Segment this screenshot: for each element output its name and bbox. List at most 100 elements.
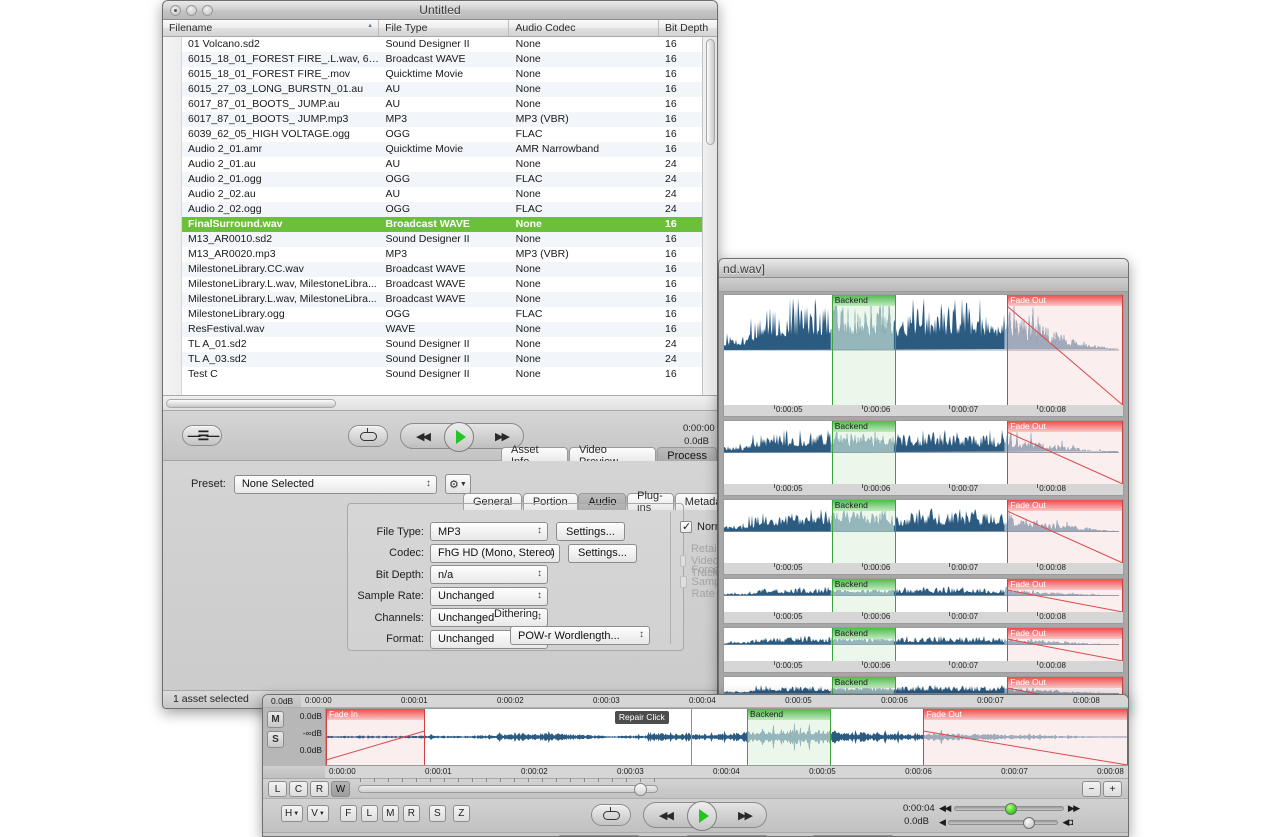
editor-position-slider-knob[interactable] <box>1004 803 1017 815</box>
window-controls[interactable] <box>170 5 213 16</box>
zoom-out-button[interactable]: − <box>1082 781 1101 797</box>
track-ruler[interactable]: 0:00:05 0:00:06 0:00:07 0:00:08 <box>724 661 1123 672</box>
waveform-track[interactable]: BackendFade Out0:00:050:00:060:00:070:00… <box>723 627 1124 673</box>
waveform-track[interactable]: BackendFade Out0:00:050:00:060:00:070:00… <box>723 578 1124 624</box>
table-row[interactable]: M13_AR0010.sd2 Sound Designer II None 16 <box>163 232 717 247</box>
editor-position-slider-row[interactable]: ◀◀ ▶▶ <box>939 803 1080 815</box>
tool-button-r[interactable]: R <box>402 805 420 822</box>
play-button[interactable] <box>444 422 474 452</box>
asset-list-vertical-scrollbar[interactable] <box>702 37 717 395</box>
table-row[interactable]: Audio 2_01.amr Quicktime Movie AMR Narrowb… <box>163 142 717 157</box>
region-backend[interactable]: Backend <box>831 579 896 612</box>
waveform-track[interactable]: BackendFade Out0:00:050:00:060:00:070:00… <box>723 499 1124 575</box>
table-row[interactable]: 6015_27_03_LONG_BURSTN_01.au AU None 16 <box>163 82 717 97</box>
track-ruler[interactable]: 0:00:05 0:00:06 0:00:07 0:00:08 <box>724 563 1123 574</box>
solo-button[interactable]: S <box>267 731 284 748</box>
table-row[interactable]: Test C Sound Designer II None 16 <box>163 367 717 382</box>
channel-button-r[interactable]: R <box>310 781 329 797</box>
table-row[interactable]: Audio 2_02.au AU None 24 <box>163 187 717 202</box>
track-ruler[interactable]: 0:00:05 0:00:06 0:00:07 0:00:08 <box>724 484 1123 495</box>
rewind-button[interactable]: ◀◀ <box>402 424 443 448</box>
editor-loop-button[interactable] <box>591 804 631 826</box>
marker-line[interactable] <box>690 709 692 765</box>
tool-button-m[interactable]: M <box>381 805 399 822</box>
column-header-bitdepth[interactable]: Bit Depth <box>659 20 717 36</box>
waveform-canvas[interactable]: Backend Fade Out <box>724 579 1123 612</box>
region-backend[interactable]: Backend <box>831 628 896 661</box>
table-row[interactable]: 6017_87_01_BOOTS_ JUMP.au AU None 16 <box>163 97 717 112</box>
table-row[interactable]: 01 Volcano.sd2 Sound Designer II None 16 <box>163 37 717 52</box>
waveform-canvas[interactable]: Backend Fade Out <box>724 628 1123 661</box>
editor-tool-buttons[interactable]: H ▼ V ▼ F L M R S Z <box>281 805 470 822</box>
region-backend[interactable]: Backend <box>831 421 896 484</box>
table-row[interactable]: 6017_87_01_BOOTS_ JUMP.mp3 MP3 MP3 (VBR) 16 <box>163 112 717 127</box>
preset-select[interactable]: None Selected <box>233 474 437 494</box>
table-row[interactable]: Audio 2_02.ogg OGG FLAC 24 <box>163 202 717 217</box>
checkbox-box[interactable] <box>680 576 687 588</box>
region-backend[interactable]: Backend <box>831 500 896 563</box>
skip-back-icon[interactable]: ◀◀ <box>939 803 951 814</box>
table-row[interactable]: MilestoneLibrary.L.wav, MilestoneLibra..… <box>163 277 717 292</box>
region-backend[interactable]: Backend <box>831 295 896 405</box>
column-header-filename[interactable]: Filename <box>163 20 380 36</box>
waveform-track[interactable]: BackendFade Out0:00:050:00:060:00:070:00… <box>723 420 1124 496</box>
field-select[interactable]: FhG HD (Mono, Stereo) <box>430 543 560 563</box>
volume-high-icon[interactable]: ◀◘ <box>1062 817 1073 828</box>
zoom-slider[interactable] <box>358 783 658 796</box>
scrub-button[interactable]: —☰— <box>182 425 222 446</box>
table-row[interactable]: MilestoneLibrary.CC.wav Broadcast WAVE Non… <box>163 262 717 277</box>
waveform-canvas[interactable]: Backend Fade Out <box>724 500 1123 563</box>
volume-low-icon[interactable]: ◀ <box>939 817 946 828</box>
table-row[interactable]: MilestoneLibrary.L.wav, MilestoneLibra..… <box>163 292 717 307</box>
checkbox-force-sample-rate[interactable]: Force Sample Rate <box>680 564 717 600</box>
field-settings-button[interactable]: Settings... <box>556 522 625 541</box>
zoom-slider-knob[interactable] <box>634 783 647 796</box>
editor-region-backend[interactable]: Backend <box>747 709 832 765</box>
waveform-track-stack[interactable]: Backend Fade Out 0:00:05 0:00:06 0:00:07 0:00… <box>719 292 1128 709</box>
checkbox-box[interactable] <box>680 520 692 533</box>
tool-button-f[interactable]: F <box>339 805 357 822</box>
tool-button-v[interactable]: V ▼ <box>307 805 329 822</box>
field-settings-button[interactable]: Settings... <box>568 543 637 563</box>
waveform-canvas[interactable]: Backend Fade Out <box>724 421 1123 484</box>
editor-rewind-button[interactable]: ◀◀ <box>645 803 686 827</box>
editor-play-button[interactable] <box>687 801 717 831</box>
channel-button-c[interactable]: C <box>289 781 308 797</box>
track-ruler[interactable]: 0:00:05 0:00:06 0:00:07 0:00:08 <box>724 612 1123 623</box>
editor-waveform-canvas[interactable]: Fade In Backend Fade Out Repair Click <box>325 708 1128 766</box>
editor-forward-button[interactable]: ▶▶ <box>724 803 765 827</box>
field-select[interactable]: MP3 <box>430 522 548 541</box>
track-ruler[interactable]: 0:00:05 0:00:06 0:00:07 0:00:08 <box>724 405 1123 416</box>
editor-volume-slider[interactable] <box>948 817 1059 829</box>
close-button[interactable] <box>170 5 181 16</box>
column-header-filetype[interactable]: File Type <box>379 20 510 36</box>
zoom-step-buttons[interactable]: − + <box>1082 781 1122 797</box>
checkbox-normalize[interactable]: Normalize <box>680 520 717 533</box>
editor-volume-slider-knob[interactable] <box>1023 817 1036 829</box>
scrollbar-thumb[interactable] <box>706 39 715 145</box>
minimize-button[interactable] <box>186 5 197 16</box>
editor-volume-slider-row[interactable]: ◀ ◀◘ <box>939 817 1073 829</box>
table-row[interactable]: 6015_18_01_FOREST FIRE_.mov Quicktime Mov… <box>163 67 717 82</box>
tool-button-h[interactable]: H ▼ <box>281 805 304 822</box>
loop-button[interactable] <box>348 425 388 447</box>
editor-position-slider[interactable] <box>953 803 1064 815</box>
table-row[interactable]: ResFestival.wav WAVE None 16 <box>163 322 717 337</box>
channel-button-group[interactable]: LCRW <box>268 781 350 797</box>
table-row[interactable]: Audio 2_01.au AU None 24 <box>163 157 717 172</box>
preset-gear-button[interactable]: ⚙ ▼ <box>444 474 471 494</box>
waveform-track[interactable]: BackendFade Out0:00:050:00:060:00:070:00… <box>723 294 1124 417</box>
editor-top-ruler[interactable]: 0.0dB 0:00:00 0:00:01 0:00:02 0:00:03 0:00:0… <box>263 695 1128 708</box>
zoom-button[interactable] <box>202 5 213 16</box>
channel-button-w[interactable]: W <box>331 781 350 797</box>
table-row[interactable]: 6039_62_05_HIGH VOLTAGE.ogg OGG FLAC 16 <box>163 127 717 142</box>
field-select[interactable]: n/a <box>430 565 548 584</box>
zoom-in-button[interactable]: + <box>1103 781 1122 797</box>
table-row[interactable]: 6015_18_01_FOREST FIRE_.L.wav, 601... Bro… <box>163 52 717 67</box>
table-row[interactable]: TL A_01.sd2 Sound Designer II None 24 <box>163 337 717 352</box>
scrollbar-thumb-horizontal[interactable] <box>166 399 336 408</box>
skip-forward-icon[interactable]: ▶▶ <box>1068 803 1080 814</box>
editor-bottom-ruler[interactable]: 0:00:00 0:00:01 0:00:02 0:00:03 0:00:04 0:00:… <box>263 766 1128 778</box>
asset-list-horizontal-scrollbar[interactable] <box>163 396 717 411</box>
table-row[interactable]: TL A_03.sd2 Sound Designer II None 24 <box>163 352 717 367</box>
